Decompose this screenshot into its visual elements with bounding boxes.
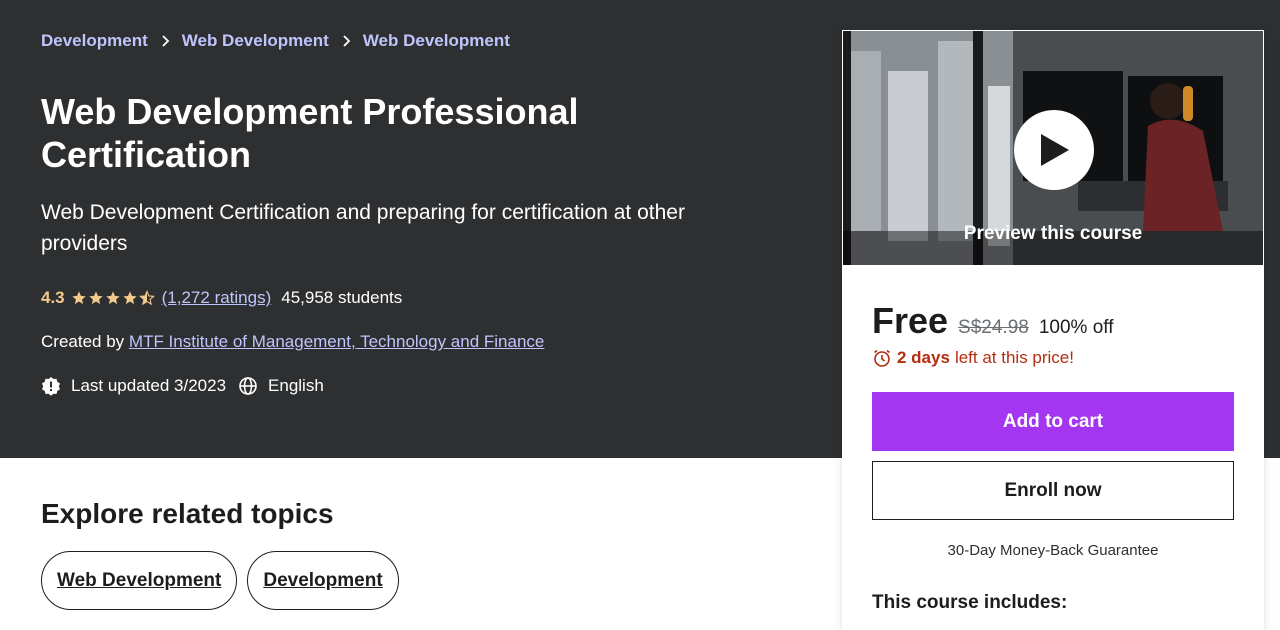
timer-text: left at this price! bbox=[954, 348, 1074, 367]
breadcrumb-web-development-topic[interactable]: Web Development bbox=[363, 31, 510, 51]
author-link[interactable]: MTF Institute of Management, Technology … bbox=[129, 332, 544, 351]
students-count: 45,958 students bbox=[281, 288, 403, 307]
topic-chip-development[interactable]: Development bbox=[247, 551, 399, 610]
course-subtitle: Web Development Certification and prepar… bbox=[41, 201, 685, 255]
globe-icon bbox=[238, 376, 258, 396]
original-price: S$24.98 bbox=[958, 317, 1029, 338]
money-back-guarantee: 30-Day Money-Back Guarantee bbox=[947, 542, 1159, 559]
chevron-right-icon bbox=[341, 35, 351, 47]
last-updated: Last updated 3/2023 bbox=[71, 376, 227, 395]
created-by-label: Created by bbox=[41, 332, 125, 351]
play-button[interactable] bbox=[1014, 110, 1094, 190]
preview-label: Preview this course bbox=[963, 223, 1143, 244]
rating-row: 4.3 (1,272 ratings) 45,958 students bbox=[41, 288, 402, 308]
enroll-now-button[interactable]: Enroll now bbox=[872, 461, 1234, 520]
alarm-clock-icon bbox=[872, 348, 892, 368]
topic-chip-web-development[interactable]: Web Development bbox=[41, 551, 238, 610]
related-topics-chips: Web Development Development bbox=[41, 551, 409, 610]
star-half-icon bbox=[138, 290, 155, 306]
related-topics-title: Explore related topics bbox=[41, 498, 334, 529]
star-icon bbox=[105, 291, 120, 305]
breadcrumb-web-development[interactable]: Web Development bbox=[182, 31, 329, 51]
current-price: Free bbox=[872, 300, 949, 341]
course-title: Web Development Professional Certificati… bbox=[41, 91, 579, 175]
rating-number: 4.3 bbox=[41, 288, 65, 307]
star-icon bbox=[71, 291, 86, 305]
chevron-right-icon bbox=[160, 35, 170, 47]
discount-percentage: 100% off bbox=[1038, 317, 1114, 338]
breadcrumb: Development Web Development Web Developm… bbox=[41, 31, 510, 51]
price-timer: 2 days left at this price! bbox=[872, 348, 1074, 368]
timer-days: 2 days bbox=[897, 348, 950, 367]
play-icon bbox=[1041, 134, 1069, 166]
course-language: English bbox=[268, 376, 324, 395]
course-preview[interactable]: Preview this course bbox=[842, 30, 1264, 266]
add-to-cart-button[interactable]: Add to cart bbox=[872, 392, 1234, 451]
created-by-row: Created by MTF Institute of Management, … bbox=[41, 332, 544, 352]
star-rating bbox=[71, 290, 156, 306]
course-meta-row: Last updated 3/2023 English bbox=[41, 376, 324, 396]
star-icon bbox=[122, 291, 137, 305]
ratings-count-link[interactable]: (1,272 ratings) bbox=[162, 288, 272, 308]
course-includes-title: This course includes: bbox=[872, 592, 1068, 613]
breadcrumb-development[interactable]: Development bbox=[41, 31, 148, 51]
star-icon bbox=[88, 291, 103, 305]
price-row: Free S$24.98 100% off bbox=[872, 300, 1114, 342]
purchase-sidebar: Preview this course Free S$24.98 100% of… bbox=[842, 30, 1264, 630]
alert-badge-icon bbox=[41, 376, 61, 396]
